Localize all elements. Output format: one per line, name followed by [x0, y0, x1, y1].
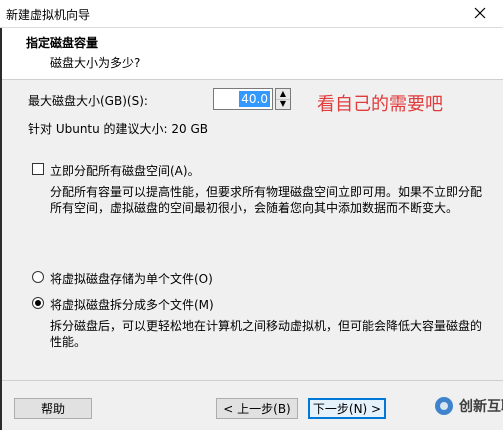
max-disk-label: 最大磁盘大小(GB)(S): — [28, 94, 148, 108]
chevron-down-icon: ▼ — [279, 99, 287, 109]
single-file-radio[interactable] — [32, 271, 44, 283]
single-file-label[interactable]: 将虚拟磁盘存储为单个文件(O) — [50, 270, 213, 287]
bottom-separator — [2, 380, 503, 381]
max-disk-input[interactable]: 40.0 — [213, 88, 273, 110]
allocate-desc-line1: 分配所有容量可以提高性能，但要求所有物理磁盘空间立即可用。如果不立即分配 — [50, 185, 483, 199]
annotation-text: 看自己的需要吧 — [317, 94, 443, 115]
spin-down-button[interactable]: ▼ — [276, 98, 290, 110]
watermark-logo-icon — [435, 397, 453, 415]
watermark-text: 创新互联 — [459, 399, 503, 415]
header-title: 指定磁盘容量 — [26, 36, 99, 50]
multi-desc-line2: 性能。 — [50, 335, 87, 349]
chevron-up-icon: ▲ — [279, 88, 287, 98]
radio-selected-dot — [35, 300, 41, 306]
allocate-now-checkbox[interactable] — [32, 163, 44, 175]
help-button[interactable]: 帮助 — [14, 398, 92, 419]
max-disk-value: 40.0 — [239, 91, 270, 107]
recommended-size-text: 针对 Ubuntu 的建议大小: 20 GB — [28, 122, 209, 136]
next-button[interactable]: 下一步(N) > — [308, 398, 386, 419]
back-button[interactable]: < 上一步(B) — [216, 398, 298, 419]
window-title: 新建虚拟机向导 — [6, 8, 91, 22]
allocate-desc-line2: 所有空间，虚拟磁盘的空间最初很小，会随着您向其中添加数据而不断变大。 — [50, 201, 459, 215]
main-content: 最大磁盘大小(GB)(S): 40.0 ▲ ▼ 看自己的需要吧 针对 Ubunt… — [2, 80, 503, 380]
title-bar: 新建虚拟机向导 — [0, 0, 503, 28]
close-button[interactable] — [457, 0, 503, 28]
header-subtitle: 磁盘大小为多少? — [50, 56, 141, 70]
max-disk-spin-buttons[interactable]: ▲ ▼ — [275, 88, 291, 110]
multi-file-label[interactable]: 将虚拟磁盘拆分成多个文件(M) — [50, 296, 214, 313]
spin-up-button[interactable]: ▲ — [276, 89, 290, 99]
watermark: 创新互联 — [435, 396, 503, 416]
close-icon — [474, 7, 486, 22]
multi-file-radio[interactable] — [32, 297, 44, 309]
max-disk-stepper[interactable]: 40.0 ▲ ▼ — [213, 88, 293, 110]
multi-desc-line1: 拆分磁盘后，可以更轻松地在计算机之间移动虚拟机，但可能会降低大容量磁盘的 — [50, 319, 483, 333]
wizard-header: 指定磁盘容量 磁盘大小为多少? — [2, 28, 503, 80]
allocate-now-label[interactable]: 立即分配所有磁盘空间(A)。 — [50, 162, 200, 179]
